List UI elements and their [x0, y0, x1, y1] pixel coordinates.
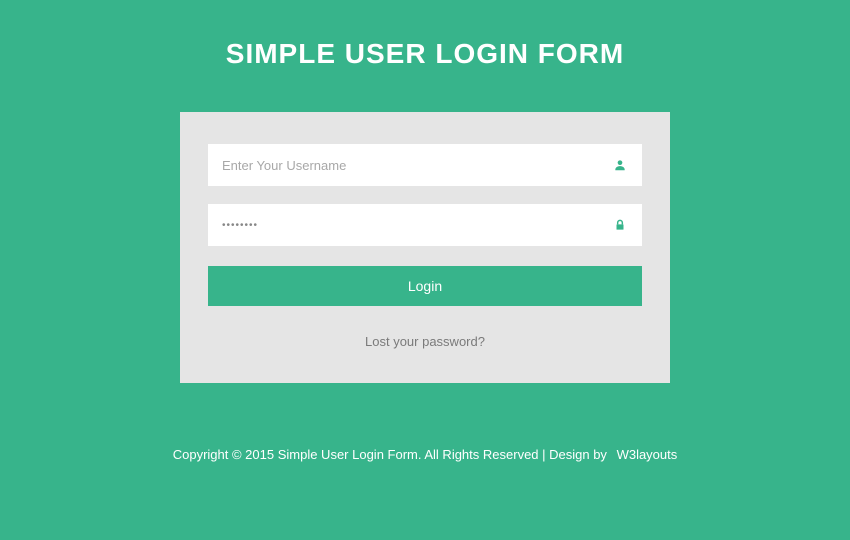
footer: Copyright © 2015 Simple User Login Form.… — [173, 447, 678, 462]
username-input[interactable] — [222, 158, 612, 173]
lock-icon — [612, 217, 628, 233]
username-field-wrapper — [208, 144, 642, 186]
login-button[interactable]: Login — [208, 266, 642, 306]
footer-text: Copyright © 2015 Simple User Login Form.… — [173, 447, 607, 462]
login-card: Login Lost your password? — [180, 112, 670, 383]
page-title: SIMPLE USER LOGIN FORM — [226, 38, 624, 70]
footer-link[interactable]: W3layouts — [617, 447, 678, 462]
lost-password-link[interactable]: Lost your password? — [208, 334, 642, 349]
user-icon — [612, 157, 628, 173]
password-field-wrapper — [208, 204, 642, 246]
password-input[interactable] — [222, 220, 612, 231]
